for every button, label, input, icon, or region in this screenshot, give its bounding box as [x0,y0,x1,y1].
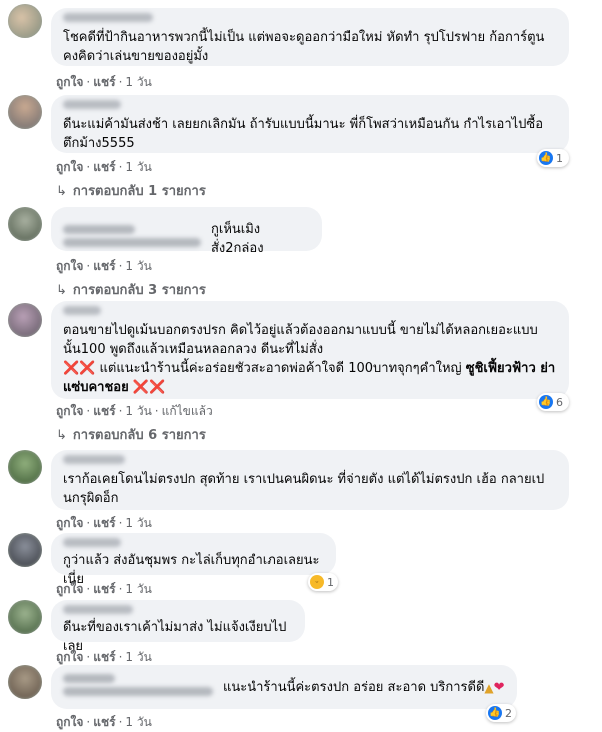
view-replies-link[interactable]: ↳ การตอบกลับ 3 รายการ [56,279,206,300]
comment-bubble: แนะนำร้านนี้ค่ะตรงปก อร่อย สะอาด บริการด… [51,665,517,709]
like-button[interactable]: ถูกใจ [56,715,83,729]
share-button[interactable]: แชร์ [93,75,115,89]
share-button[interactable]: แชร์ [93,404,115,418]
comment-bubble: กูว่าแล้ว ส่งอันชุมพร กะไล่เก็บทุกอำเภอเ… [51,533,336,587]
replies-label: การตอบกลับ 6 รายการ [72,428,206,443]
reaction-count: 1 [327,575,334,589]
commenter-name-blurred[interactable] [63,538,121,547]
like-button[interactable]: ถูกใจ [56,75,83,89]
comment-actions: ถูกใจ · แชร์ · 1 วัน [56,160,152,174]
share-button[interactable]: แชร์ [93,516,115,530]
reaction-summary[interactable]: 👍 1 [537,149,569,167]
comment-text-recommend: ❌❌ แต่แนะนำร้านนี้ค่ะอร่อยชัวสะอาดพ่อค้า… [63,359,557,397]
avatar[interactable] [8,665,42,699]
comment-actions: ถูกใจ · แชร์ · 1 วัน [56,715,152,729]
comment-actions: ถูกใจ · แชร์ · 1 วัน [56,75,152,89]
commenter-name-blurred[interactable] [63,13,153,22]
comment-text-line1: ตอนขายไปดูเม้นบอกตรงปรก คิดไว้อยู่แล้วต้… [63,323,538,357]
comment-actions: ถูกใจ · แชร์ · 1 วัน [56,582,152,596]
share-button[interactable]: แชร์ [93,582,115,596]
comment-actions: ถูกใจ · แชร์ · 1 วัน · แก้ไขแล้ว [56,404,213,418]
share-button[interactable]: แชร์ [93,650,115,664]
like-button[interactable]: ถูกใจ [56,259,83,273]
comment-bubble: โชคดีที่ป้ากินอาหารพวกนี้ไม่เป็น แต่พอจะ… [51,8,569,66]
comment-feed: โชคดีที่ป้ากินอาหารพวกนี้ไม่เป็น แต่พอจะ… [0,0,602,731]
commenter-name-blurred[interactable] [63,455,125,464]
recommend-text: แต่แนะนำร้านนี้ค่ะอร่อยชัวสะอาดพ่อค้าใจด… [99,361,466,376]
comment-actions: ถูกใจ · แชร์ · 1 วัน [56,259,152,273]
timestamp[interactable]: 1 วัน [125,516,151,530]
commenter-name-blurred-line2 [63,686,213,696]
like-reaction-icon: 👍 [488,706,502,720]
timestamp[interactable]: 1 วัน [125,650,151,664]
red-heart-emoji: ❤ [493,680,505,695]
haha-reaction-icon: ᵕ [310,575,324,589]
like-reaction-icon: 👍 [539,395,553,409]
view-replies-link[interactable]: ↳ การตอบกลับ 6 รายการ [56,424,206,445]
comment-bubble: กูเห็นเมิงสั่ง2กล่อง [51,207,322,256]
reply-arrow-icon: ↳ [56,428,67,443]
share-button[interactable]: แชร์ [93,715,115,729]
reaction-count: 1 [556,151,563,165]
like-button[interactable]: ถูกใจ [56,582,83,596]
share-button[interactable]: แชร์ [93,160,115,174]
commenter-name-blurred-line2 [63,238,201,247]
commenter-name-blurred[interactable] [63,673,115,683]
avatar[interactable] [8,303,42,337]
x-mark-emoji-end: ❌❌ [132,380,166,395]
timestamp[interactable]: 1 วัน [125,259,151,273]
reaction-summary[interactable]: ᵕ1 [308,573,338,591]
comment-text: เราก้อเคยโดนไม่ตรงปก สุดท้าย เราเปนคนผิด… [63,472,545,506]
edited-label: แก้ไขแล้ว [161,404,213,418]
commenter-name-blurred[interactable] [63,605,133,614]
like-button[interactable]: ถูกใจ [56,160,83,174]
reply-arrow-icon: ↳ [56,283,67,298]
avatar[interactable] [8,450,42,484]
reaction-count: 6 [556,395,563,409]
avatar[interactable] [8,207,42,241]
reply-arrow-icon: ↳ [56,184,67,199]
commenter-name-blurred[interactable] [63,306,101,315]
reaction-summary[interactable]: 👍 6 [537,393,569,411]
x-mark-emoji: ❌❌ [63,361,96,376]
avatar[interactable] [8,600,42,634]
timestamp[interactable]: 1 วัน [125,715,151,729]
comment-text: กูเห็นเมิงสั่ง2กล่อง [211,222,264,256]
folded-hands-emoji: ▲ [484,680,494,695]
timestamp[interactable]: 1 วัน [125,582,151,596]
comment-bubble: ดีนะแม่ค้ามันส่งช้า เลยยกเลิกมัน ถ้ารับแ… [51,95,569,153]
like-button[interactable]: ถูกใจ [56,404,83,418]
timestamp[interactable]: 1 วัน [125,404,151,418]
avatar[interactable] [8,95,42,129]
timestamp[interactable]: 1 วัน [125,75,151,89]
like-button[interactable]: ถูกใจ [56,516,83,530]
comment-bubble: ดีนะที่ของเราเค้าไม่มาส่ง ไม่แจ้งเงียบไป… [51,600,305,654]
avatar[interactable] [8,533,42,567]
reaction-count: 2 [505,706,512,720]
avatar[interactable] [8,4,42,38]
timestamp[interactable]: 1 วัน [125,160,151,174]
share-button[interactable]: แชร์ [93,259,115,273]
view-replies-link[interactable]: ↳ การตอบกลับ 1 รายการ [56,180,206,201]
like-reaction-icon: 👍 [539,151,553,165]
comment-text: ดีนะแม่ค้ามันส่งช้า เลยยกเลิกมัน ถ้ารับแ… [63,117,544,151]
comment-text: โชคดีที่ป้ากินอาหารพวกนี้ไม่เป็น แต่พอจะ… [63,30,549,64]
comment-bubble: เราก้อเคยโดนไม่ตรงปก สุดท้าย เราเปนคนผิด… [51,450,569,510]
replies-label: การตอบกลับ 3 รายการ [72,283,206,298]
like-button[interactable]: ถูกใจ [56,650,83,664]
commenter-name-blurred[interactable] [63,225,135,234]
reaction-summary[interactable]: 👍 2 [486,704,516,722]
comment-text: แนะนำร้านนี้ค่ะตรงปก อร่อย สะอาด บริการด… [223,680,485,695]
comment-actions: ถูกใจ · แชร์ · 1 วัน [56,516,152,530]
comment-bubble: ตอนขายไปดูเม้นบอกตรงปรก คิดไว้อยู่แล้วต้… [51,301,569,399]
commenter-name-blurred[interactable] [63,100,121,109]
replies-label: การตอบกลับ 1 รายการ [72,184,206,199]
